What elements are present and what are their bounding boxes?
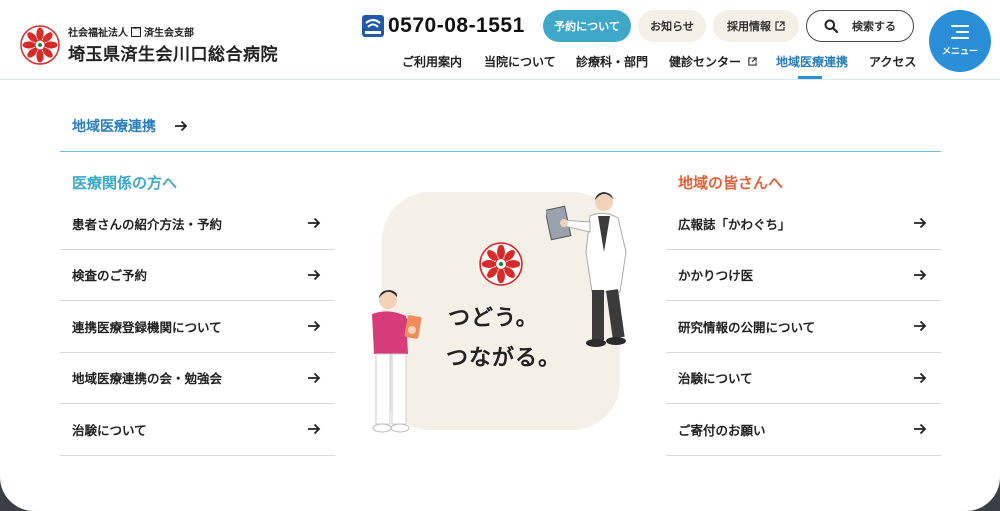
arrow-right-icon <box>308 372 321 383</box>
list-item[interactable]: 広報誌「かわぐち」 <box>666 198 941 250</box>
arrow-right-icon <box>914 372 927 383</box>
doctor-illustration <box>546 192 627 347</box>
navi-dial-icon <box>362 15 384 37</box>
tagline-line-2: つながる。 <box>446 346 562 371</box>
arrow-right-icon <box>914 321 927 332</box>
list-item[interactable]: 研究情報の公開について <box>666 301 941 353</box>
nav-access[interactable]: アクセス <box>869 53 916 70</box>
list-item[interactable]: 治験について <box>666 353 941 404</box>
phone-number: 0570-08-1551 <box>388 14 525 37</box>
list-item[interactable]: 患者さんの紹介方法・予約 <box>60 198 335 250</box>
nurse-illustration <box>372 290 422 433</box>
hospital-name: 埼玉県済生会川口総合病院 <box>68 45 278 65</box>
menu-button[interactable]: メニュー <box>929 10 991 72</box>
heading-local-residents: 地域の皆さんへ <box>678 174 784 192</box>
hospital-logo[interactable]: 社会福祉法人 恩賜財団 済生会支部 埼玉県済生会川口総合病院 <box>20 24 278 65</box>
arrow-right-icon <box>914 269 927 280</box>
search-icon <box>824 19 838 33</box>
list-item[interactable]: かかりつけ医 <box>666 250 941 301</box>
saiseikai-emblem-icon <box>479 242 523 286</box>
list-item[interactable]: ご寄付のお願い <box>666 404 941 456</box>
org-branch: 済生会支部 <box>144 28 194 39</box>
list-item[interactable]: 治験について <box>60 404 335 456</box>
medical-professionals-list: 患者さんの紹介方法・予約 検査のご予約 連携医療登録機関について 地域医療連携の… <box>60 198 335 456</box>
arrow-right-icon <box>308 321 321 332</box>
news-button[interactable]: お知らせ <box>638 10 706 42</box>
org-kanji-box: 恩賜財団 <box>131 26 141 37</box>
external-link-icon <box>748 57 757 66</box>
page: 社会福祉法人 恩賜財団 済生会支部 埼玉県済生会川口総合病院 0570-08-1… <box>0 0 1000 511</box>
arrow-right-icon <box>308 269 321 280</box>
arrow-right-icon <box>308 218 321 229</box>
heading-medical-professionals: 医療関係の方へ <box>72 174 178 192</box>
arrow-right-icon <box>175 120 188 132</box>
saiseikai-emblem-icon <box>20 24 60 65</box>
nav-departments[interactable]: 診療科・部門 <box>576 53 648 70</box>
arrow-right-icon <box>914 424 927 435</box>
nav-usage-guide[interactable]: ご利用案内 <box>402 53 462 70</box>
recruit-button[interactable]: 採用情報 <box>713 10 799 42</box>
list-item[interactable]: 連携医療登録機関について <box>60 301 335 353</box>
nav-about[interactable]: 当院について <box>484 53 556 70</box>
section-title-link[interactable]: 地域医療連携 <box>72 116 188 136</box>
tagline-line-1: つどう。 <box>448 306 539 331</box>
search-button[interactable]: 検索する <box>806 10 914 42</box>
nav-health-center[interactable]: 健診センター <box>669 53 757 70</box>
org-prefix: 社会福祉法人 <box>68 28 128 39</box>
local-residents-list: 広報誌「かわぐち」 かかりつけ医 研究情報の公開について 治験について ご寄付の… <box>666 198 941 456</box>
list-item[interactable]: 検査のご予約 <box>60 250 335 301</box>
site-header: 社会福祉法人 恩賜財団 済生会支部 埼玉県済生会川口総合病院 0570-08-1… <box>0 0 1000 80</box>
hamburger-icon <box>951 25 969 39</box>
list-item[interactable]: 地域医療連携の会・勉強会 <box>60 353 335 404</box>
nav-regional-cooperation[interactable]: 地域医療連携 <box>776 53 848 70</box>
arrow-right-icon <box>308 424 321 435</box>
arrow-right-icon <box>914 218 927 229</box>
external-link-icon <box>775 21 785 31</box>
active-nav-indicator <box>798 76 822 79</box>
phone-contact[interactable]: 0570-08-1551 <box>362 14 525 38</box>
reserve-button[interactable]: 予約について <box>543 10 631 42</box>
section-divider <box>60 151 941 152</box>
